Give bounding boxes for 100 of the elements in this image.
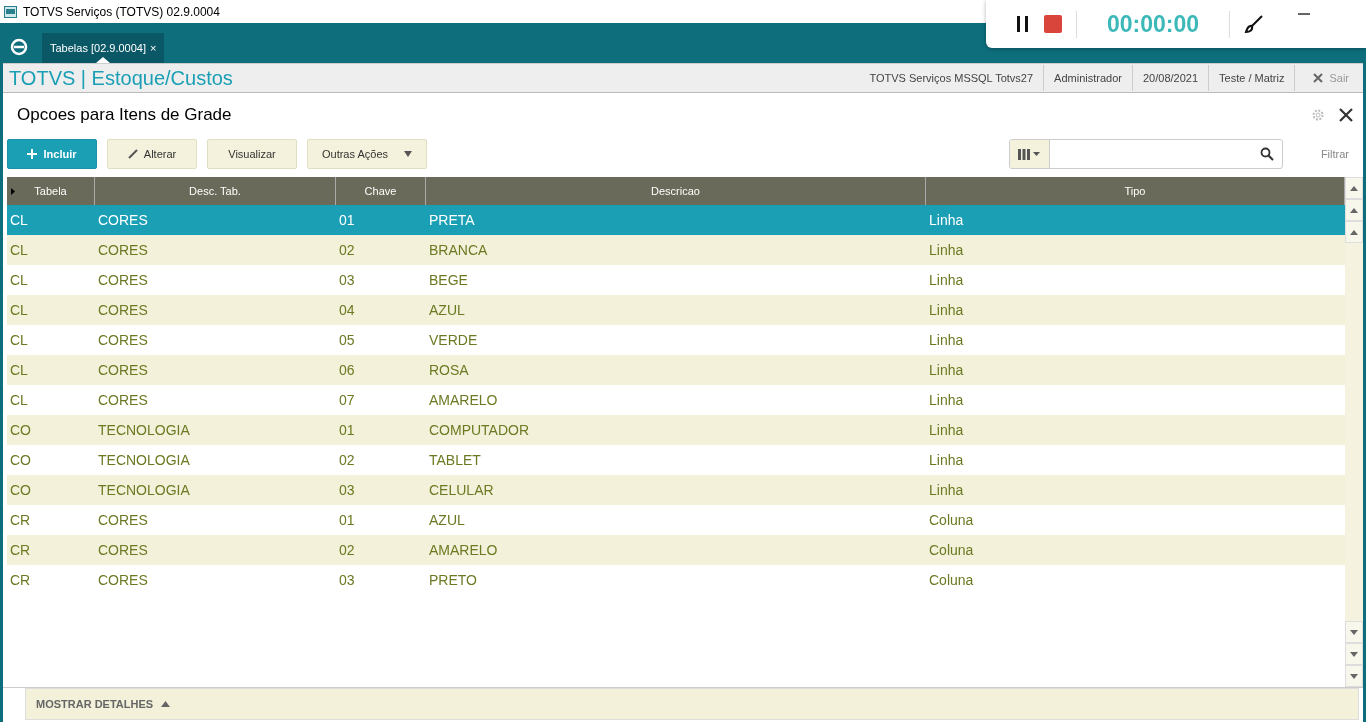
action-button[interactable]: Visualizar	[207, 139, 297, 169]
table-cell-text: 01	[338, 211, 356, 230]
table-cell-text: TECNOLOGIA	[97, 481, 191, 500]
table-cell-text: BRANCA	[428, 241, 489, 260]
table-row[interactable]: CR CORES 02 AMARELO Coluna	[7, 535, 1345, 565]
table-cell-text: CELULAR	[428, 481, 495, 500]
table-cell-text: CL	[9, 331, 29, 350]
table-cell-text: CL	[9, 241, 29, 260]
table-cell-text: Linha	[928, 361, 965, 380]
table-cell-text: ROSA	[428, 361, 470, 380]
table-cell-text: 05	[338, 331, 356, 350]
table-cell-text: CORES	[97, 511, 149, 530]
table-cell-text: 07	[338, 391, 356, 410]
table-cell-text: 03	[338, 571, 356, 590]
table-cell-text: Linha	[928, 241, 965, 260]
caret-icon	[404, 151, 412, 157]
table-cell-text: CL	[9, 391, 29, 410]
table-row[interactable]: CL CORES 06 ROSA Linha	[7, 355, 1345, 385]
column-picker-button[interactable]	[1009, 140, 1050, 168]
page-up-button[interactable]	[1345, 199, 1363, 221]
table-cell-text: CORES	[97, 361, 149, 380]
page-down-button[interactable]	[1345, 643, 1363, 665]
table-cell-text: Linha	[928, 211, 965, 230]
close-button[interactable]	[1337, 106, 1355, 124]
triangle-up-icon	[161, 701, 171, 707]
table-cell-text: COMPUTADOR	[428, 421, 531, 440]
table-cell-text: CR	[9, 571, 32, 590]
scroll-up-button[interactable]	[1345, 221, 1363, 243]
page-title: Opcoes para Itens de Grade	[17, 105, 233, 125]
table-cell-text: Coluna	[928, 571, 975, 590]
action-button[interactable]: Incluir	[7, 139, 97, 169]
plus-icon	[27, 149, 38, 159]
minimize-icon[interactable]	[1298, 13, 1311, 15]
table-cell-text: CORES	[97, 241, 149, 260]
table-cell-text: CORES	[97, 211, 149, 230]
table-cell-text: AMARELO	[428, 391, 499, 410]
table-cell-text: CO	[9, 481, 32, 500]
table-cell-text: CORES	[97, 391, 149, 410]
table-cell-text: Linha	[928, 391, 965, 410]
table-cell-text: 02	[338, 541, 356, 560]
pause-icon[interactable]	[1016, 16, 1030, 32]
table-cell-text: CL	[9, 301, 29, 320]
triangle-up-icon	[1350, 185, 1358, 191]
details-toggle[interactable]: MOSTRAR DETALHES	[25, 688, 1359, 720]
table-cell-text: 06	[338, 361, 356, 380]
table-cell-text: CORES	[97, 301, 149, 320]
table-cell-text: TECNOLOGIA	[97, 421, 191, 440]
triangle-up-icon	[1350, 229, 1358, 235]
pencil-icon	[127, 149, 138, 159]
table-row[interactable]: CL CORES 02 BRANCA Linha	[7, 235, 1345, 265]
table-cell-text: CR	[9, 511, 32, 530]
table-cell-text: Coluna	[928, 511, 975, 530]
table-cell-text: 01	[338, 421, 356, 440]
table-cell-text: CO	[9, 451, 32, 470]
table-row[interactable]: CO TECNOLOGIA 01 COMPUTADOR Linha	[7, 415, 1345, 445]
table-cell-text: TECNOLOGIA	[97, 451, 191, 470]
close-icon	[1313, 73, 1324, 83]
timer: 00:00:00	[1076, 10, 1231, 38]
table-cell-text: AMARELO	[428, 541, 499, 560]
triangle-down-icon	[1350, 629, 1358, 635]
table-cell-text: Linha	[928, 331, 965, 350]
header-info: TOTVS Serviços MSSQL Totvs27	[859, 65, 1045, 91]
more-actions-button[interactable]: Outras Ações	[307, 139, 427, 169]
table-cell-text: CORES	[97, 331, 149, 350]
scroll-down-button[interactable]	[1345, 621, 1363, 643]
search-field[interactable]	[1008, 139, 1283, 169]
logo-icon[interactable]	[10, 38, 28, 56]
triangle-right-icon	[11, 187, 15, 195]
table-cell-text: AZUL	[428, 511, 466, 530]
table-cell-text: BEGE	[428, 271, 469, 290]
table-cell-text: CR	[9, 541, 32, 560]
table-row[interactable]: CL CORES 01 PRETA Linha	[7, 205, 1345, 235]
tab[interactable]: Tabelas [02.9.0004] ×	[42, 33, 165, 63]
table-cell-text: Linha	[928, 271, 965, 290]
action-button[interactable]: Alterar	[107, 139, 197, 169]
table-cell-text: AZUL	[428, 301, 466, 320]
search-icon[interactable]	[1259, 147, 1274, 161]
table-cell-text: CO	[9, 421, 32, 440]
table-cell-text: CL	[9, 361, 29, 380]
table-cell-text: PRETO	[428, 571, 478, 590]
scroll-top-button[interactable]	[1345, 177, 1363, 199]
table-cell-text: 04	[338, 301, 356, 320]
table-cell-text: VERDE	[428, 331, 479, 350]
table-cell-text: Linha	[928, 421, 965, 440]
brush-icon[interactable]	[1244, 14, 1265, 34]
table-row[interactable]: CO TECNOLOGIA 03 CELULAR Linha	[7, 475, 1345, 505]
table-cell-text: PRETA	[428, 211, 476, 230]
table-cell-text: 03	[338, 271, 356, 290]
triangle-down-icon	[1350, 673, 1358, 679]
header-info: Administrador	[1044, 65, 1133, 91]
filter-button[interactable]: Filtrar	[1314, 147, 1355, 161]
table-cell-text: CORES	[97, 541, 149, 560]
table-cell-text: Linha	[928, 481, 965, 500]
table-cell-text: CL	[9, 211, 29, 230]
triangle-up-icon	[1350, 207, 1358, 213]
table-cell-text: 02	[338, 451, 356, 470]
table-cell-text: 03	[338, 481, 356, 500]
triangle-down-icon	[1350, 651, 1358, 657]
scroll-bottom-button[interactable]	[1345, 665, 1363, 687]
table-row[interactable]: CL CORES 04 AZUL Linha	[7, 295, 1345, 325]
